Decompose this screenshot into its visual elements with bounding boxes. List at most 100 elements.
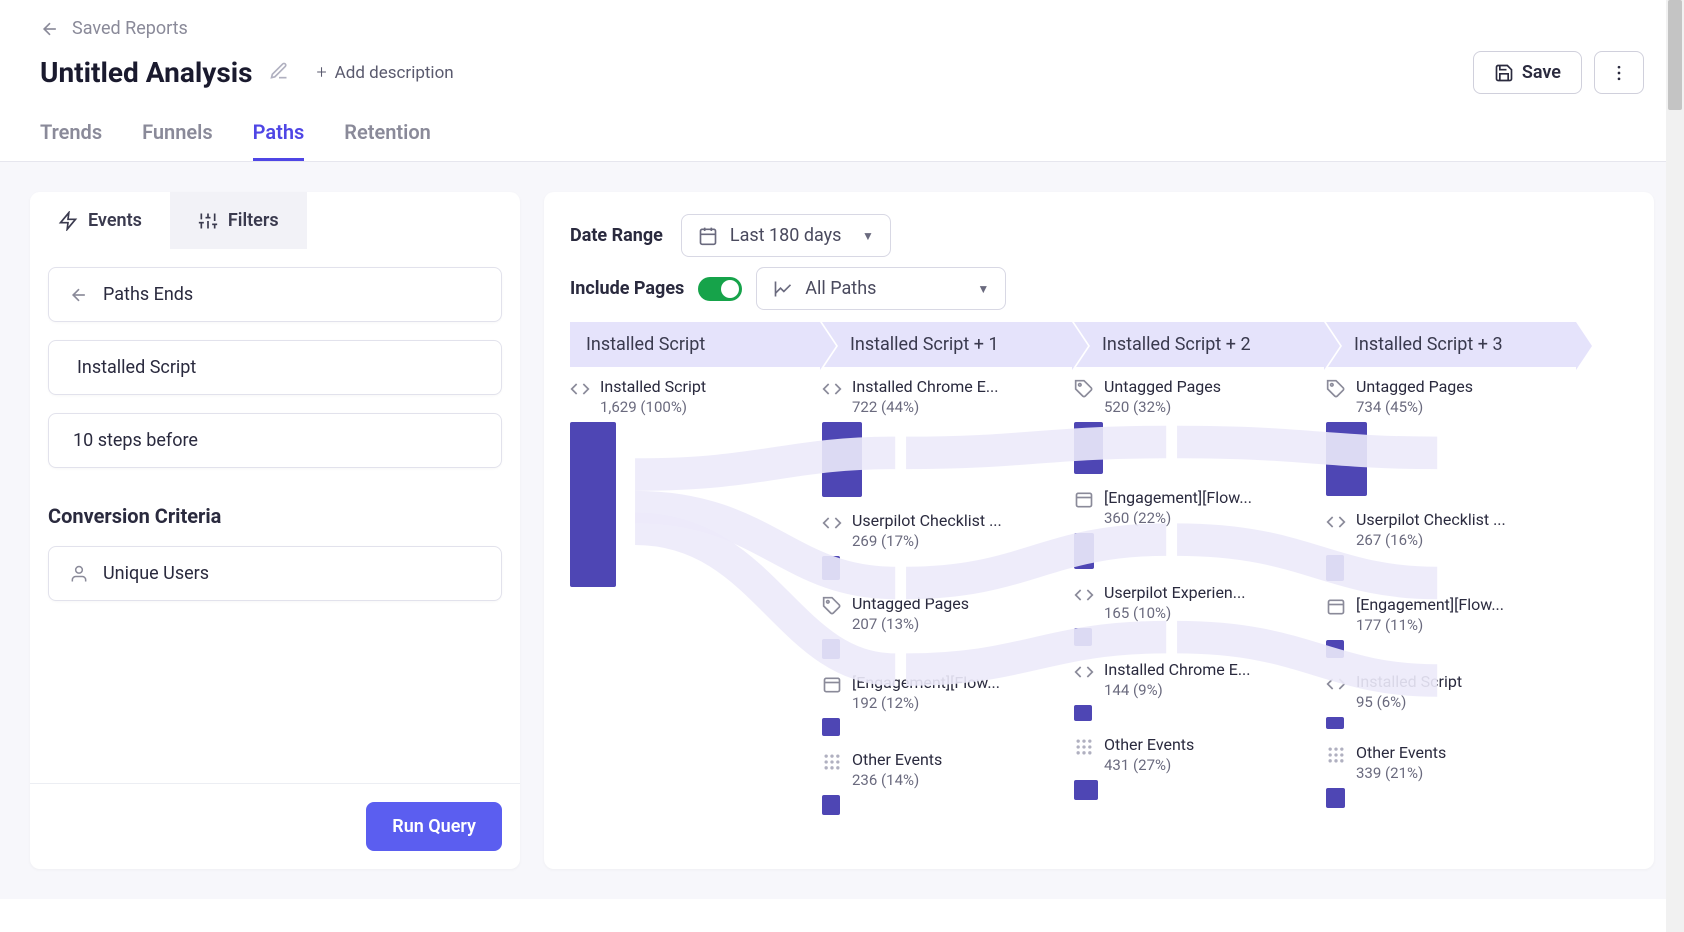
- event-name: Untagged Pages: [1356, 377, 1568, 396]
- event-bar: [1074, 705, 1092, 721]
- event-bar: [822, 639, 840, 659]
- event-name: Other Events: [1356, 743, 1568, 762]
- path-event-item[interactable]: [Engagement][Flow... 360 (22%): [1074, 488, 1316, 569]
- save-label: Save: [1522, 62, 1561, 83]
- path-event-item[interactable]: Untagged Pages 207 (13%): [822, 594, 1064, 659]
- tab-paths[interactable]: Paths: [253, 112, 305, 161]
- event-stat: 267 (16%): [1356, 531, 1568, 549]
- event-selector-value: Installed Script: [77, 357, 196, 378]
- event-name: Installed Chrome E...: [1104, 660, 1316, 679]
- caret-down-icon: ▼: [862, 229, 874, 243]
- event-stat: 1,629 (100%): [600, 398, 812, 416]
- paths-direction-label: Paths Ends: [103, 284, 193, 305]
- tab-retention[interactable]: Retention: [344, 112, 431, 161]
- event-stat: 734 (45%): [1356, 398, 1568, 416]
- event-stat: 269 (17%): [852, 532, 1064, 550]
- path-column: Installed Chrome E...722 (44%) Userpilot …: [822, 377, 1074, 829]
- path-column: Untagged Pages 734 (45%) Userpilot Checkli…: [1326, 377, 1578, 829]
- event-name: Userpilot Checklist ...: [1356, 510, 1568, 529]
- event-bar: [1326, 788, 1345, 808]
- path-visualization: Installed Script1,629 (100%)Installed Ch…: [570, 377, 1654, 829]
- path-event-item[interactable]: Untagged Pages 734 (45%): [1326, 377, 1568, 496]
- run-query-button[interactable]: Run Query: [366, 802, 502, 851]
- paths-filter-value: All Paths: [805, 278, 876, 299]
- event-name: Other Events: [852, 750, 1064, 769]
- path-column: Installed Script1,629 (100%): [570, 377, 822, 829]
- event-stat: 192 (12%): [852, 694, 1064, 712]
- add-description-label: Add description: [335, 63, 454, 83]
- grid-icon: [1074, 737, 1096, 761]
- event-stat: 236 (14%): [852, 771, 1064, 789]
- event-bar: [1074, 533, 1094, 569]
- caret-down-icon: ▼: [977, 282, 989, 296]
- plus-icon: +: [317, 62, 327, 83]
- event-stat: 339 (21%): [1356, 764, 1568, 782]
- paths-direction-field[interactable]: Paths Ends: [48, 267, 502, 322]
- path-event-item[interactable]: Userpilot Checklist ...269 (17%): [822, 511, 1064, 580]
- event-name: Untagged Pages: [1104, 377, 1316, 396]
- event-bar: [1326, 555, 1344, 581]
- event-bar: [570, 422, 616, 587]
- back-to-saved-reports[interactable]: Saved Reports: [40, 18, 1644, 39]
- path-column: Untagged Pages 520 (32%) [Engagement][Flow…: [1074, 377, 1326, 829]
- more-menu-button[interactable]: [1594, 51, 1644, 94]
- path-event-item[interactable]: Userpilot Experien...165 (10%): [1074, 583, 1316, 646]
- code-icon: [822, 379, 844, 403]
- save-button[interactable]: Save: [1473, 51, 1582, 94]
- event-name: Other Events: [1104, 735, 1316, 754]
- browser-icon: [1326, 597, 1348, 621]
- event-name: Installed Chrome E...: [852, 377, 1064, 396]
- event-bar: [1326, 717, 1344, 729]
- event-stat: 95 (6%): [1356, 693, 1568, 711]
- include-pages-label: Include Pages: [570, 278, 684, 299]
- conversion-criteria-title: Conversion Criteria: [48, 504, 502, 528]
- event-stat: 520 (32%): [1104, 398, 1316, 416]
- path-col-head-3: Installed Script + 3: [1326, 322, 1576, 367]
- path-event-item[interactable]: [Engagement][Flow...177 (11%): [1326, 595, 1568, 658]
- add-description-button[interactable]: + Add description: [317, 62, 454, 83]
- code-icon: [570, 379, 592, 403]
- grid-icon: [822, 752, 844, 776]
- path-event-item[interactable]: Other Events 339 (21%): [1326, 743, 1568, 808]
- path-event-item[interactable]: Other Events 236 (14%): [822, 750, 1064, 815]
- path-event-item[interactable]: Userpilot Checklist ... 267 (16%): [1326, 510, 1568, 581]
- event-bar: [822, 422, 862, 497]
- event-name: [Engagement][Flow...: [1356, 595, 1568, 614]
- path-event-item[interactable]: Other Events431 (27%): [1074, 735, 1316, 800]
- kebab-icon: [1609, 63, 1629, 83]
- event-stat: 207 (13%): [852, 615, 1064, 633]
- event-name: [Engagement][Flow...: [1104, 488, 1316, 507]
- path-event-item[interactable]: Installed Script95 (6%): [1326, 672, 1568, 729]
- conversion-criteria-value: Unique Users: [103, 563, 209, 584]
- event-bar: [1074, 628, 1092, 646]
- side-tab-filters[interactable]: Filters: [170, 192, 307, 249]
- tab-trends[interactable]: Trends: [40, 112, 102, 161]
- page-scrollbar[interactable]: [1666, 0, 1684, 932]
- tab-funnels[interactable]: Funnels: [142, 112, 213, 161]
- event-stat: 360 (22%): [1104, 509, 1316, 527]
- path-event-item[interactable]: Untagged Pages 520 (32%): [1074, 377, 1316, 474]
- include-pages-toggle[interactable]: [698, 277, 742, 301]
- event-selector-field[interactable]: Installed Script: [48, 340, 502, 395]
- chart-icon: [773, 279, 793, 299]
- page-title: Untitled Analysis: [40, 56, 253, 89]
- arrow-left-icon: [40, 19, 60, 39]
- paths-filter-dropdown[interactable]: All Paths ▼: [756, 267, 1006, 310]
- event-bar: [1326, 640, 1344, 658]
- path-event-item[interactable]: Installed Chrome E...722 (44%): [822, 377, 1064, 497]
- steps-field[interactable]: 10 steps before: [48, 413, 502, 468]
- path-event-item[interactable]: Installed Chrome E... 144 (9%): [1074, 660, 1316, 721]
- conversion-criteria-field[interactable]: Unique Users: [48, 546, 502, 601]
- path-event-item[interactable]: Installed Script1,629 (100%): [570, 377, 812, 587]
- save-icon: [1494, 63, 1514, 83]
- side-tab-filters-label: Filters: [228, 210, 279, 231]
- event-stat: 144 (9%): [1104, 681, 1316, 699]
- side-tab-events[interactable]: Events: [30, 192, 170, 249]
- browser-icon: [822, 675, 844, 699]
- event-name: Untagged Pages: [852, 594, 1064, 613]
- date-range-dropdown[interactable]: Last 180 days ▼: [681, 214, 891, 257]
- edit-title-button[interactable]: [269, 61, 289, 85]
- user-icon: [69, 564, 89, 584]
- path-col-head-0: Installed Script: [570, 322, 820, 367]
- path-event-item[interactable]: [Engagement][Flow...192 (12%): [822, 673, 1064, 736]
